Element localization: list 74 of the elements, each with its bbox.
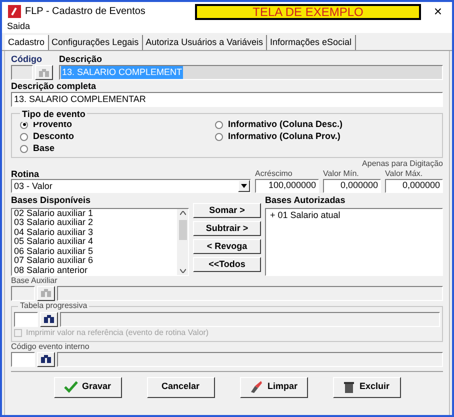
list-item[interactable]: 06 Salario auxiliar 5 [14,246,177,256]
radio-label: Desconto [33,131,74,142]
search-button[interactable] [37,352,55,366]
field-label: Código [11,54,43,65]
menu-item[interactable]: Saida [6,20,32,34]
app-logo-icon [8,5,21,18]
binoculars-icon [44,315,54,323]
banner: TELA DE EXEMPLO [195,4,421,20]
radio-button[interactable] [215,132,223,140]
eraser-icon [249,381,264,393]
binoculars-icon [39,68,49,76]
save-button[interactable]: Gravar [54,376,122,398]
field-label: Descrição [59,54,104,65]
description-field[interactable] [57,286,443,300]
close-button[interactable]: × [430,1,446,22]
number-field[interactable]: 0,000000 [323,179,381,193]
cancel-button[interactable]: Cancelar [146,376,214,398]
list-label: Bases Autorizadas [265,194,346,207]
transfer-button[interactable]: <<Todos [193,257,261,272]
note-text: Apenas para Digitação [361,159,443,169]
group-title: Tipo de evento [20,108,88,122]
checkbox-label: Imprimir valor na referência (evento de rotina Valor) [26,328,209,338]
full-description-field[interactable]: 13. SALARIO COMPLEMENTAR [11,92,443,107]
radio-button[interactable] [20,144,28,152]
description-field[interactable] [60,312,440,326]
list-item[interactable]: 07 Salario auxiliar 6 [14,256,177,266]
binoculars-icon [41,355,51,363]
number-field[interactable]: 100,000000 [255,179,319,193]
radio-button[interactable] [215,120,223,128]
field-label: Base Auxiliar [11,276,58,286]
tab[interactable]: Configurações Legais [48,35,143,50]
delete-button[interactable]: Excluir [332,376,400,398]
code-field[interactable] [11,65,33,80]
window-title: FLP - Cadastro de Eventos [25,5,146,19]
list-item[interactable]: 04 Salario auxiliar 3 [14,228,177,237]
search-button[interactable] [40,312,58,326]
transfer-button[interactable]: Subtrair > [193,221,261,236]
scrollbar[interactable] [177,208,188,274]
checkmark-icon [64,381,78,393]
routine-dropdown[interactable]: 03 - Valor [11,179,251,193]
code-field[interactable] [11,352,35,366]
description-field[interactable] [57,352,443,366]
group-title: Tabela progressiva [18,300,90,310]
radio-label: Base [33,143,55,154]
selected-text: 13. SALARIO COMPLEMENT [61,66,184,80]
list-item[interactable]: 08 Salario anterior [14,266,177,274]
search-button[interactable] [37,286,55,300]
radio-label: Informativo (Coluna Prov.) [228,131,340,142]
list-item[interactable]: 05 Salario auxiliar 4 [14,237,177,246]
field-label: Descrição completa [11,81,98,92]
code-field[interactable] [14,312,38,326]
tab[interactable]: Cadastro [5,35,49,50]
search-button[interactable] [35,65,53,80]
radio-button[interactable] [20,132,28,140]
list-item[interactable]: 02 Salario auxiliar 1 [14,208,177,218]
field-label: Acréscimo [255,169,294,179]
transfer-button[interactable]: Somar > [193,203,261,218]
dropdown-arrow-icon [241,184,247,188]
tab[interactable]: Autoriza Usuários a Variáveis [142,35,267,50]
code-field[interactable] [11,286,35,300]
field-label: Valor Mín. [323,169,360,179]
transfer-button[interactable]: < Revoga [193,239,261,254]
binoculars-icon [41,289,51,297]
field-label: Código evento interno [11,342,90,352]
list-item[interactable]: 03 Salario auxiliar 2 [14,218,177,228]
field-label: Rotina [11,169,40,179]
trash-icon [343,381,356,393]
number-field[interactable]: 0,000000 [385,179,443,193]
scrollbar-thumb[interactable] [178,220,186,240]
list-item[interactable]: + 01 Salario atual [270,210,442,220]
list-label: Bases Disponíveis [11,194,92,207]
field-label: Valor Máx. [385,169,424,179]
radio-label: Informativo (Coluna Desc.) [228,119,343,130]
clear-button[interactable]: Limpar [240,376,308,398]
